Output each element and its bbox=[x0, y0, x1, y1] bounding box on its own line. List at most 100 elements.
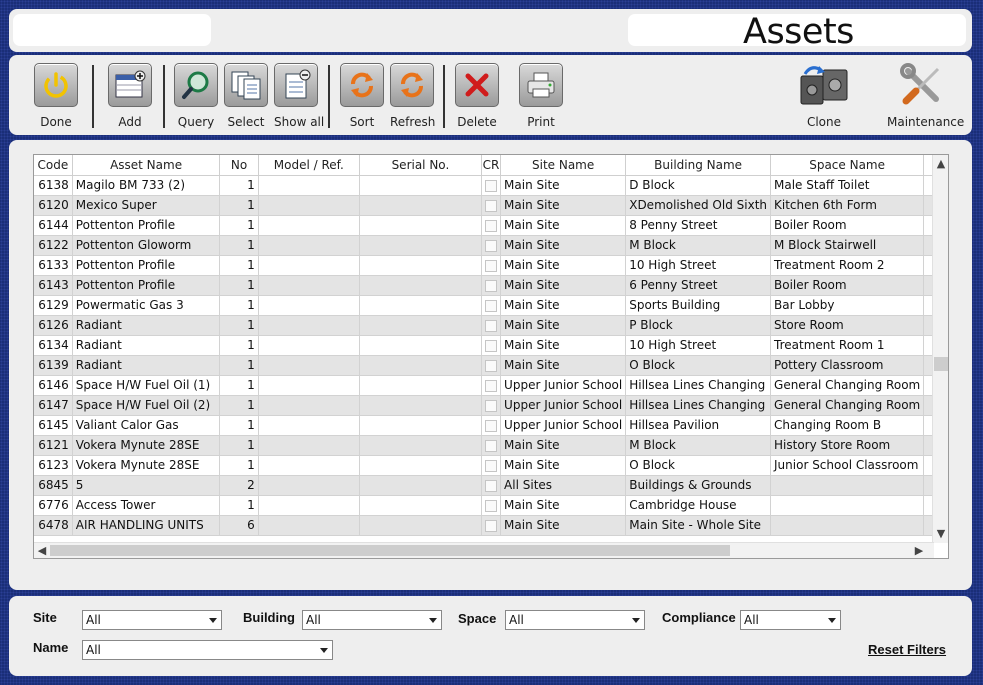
cell-serial-no bbox=[359, 435, 482, 456]
table-row[interactable]: 6121 Vokera Mynute 28SE 1 Main Site M Block H… bbox=[34, 435, 948, 456]
cell-building-name: P Block bbox=[625, 315, 772, 336]
vertical-scroll-thumb[interactable] bbox=[934, 357, 948, 371]
cr-checkbox[interactable] bbox=[484, 319, 497, 332]
cell-building-name: Hillsea Lines Changing bbox=[625, 375, 772, 396]
space-filter-select[interactable]: All bbox=[505, 610, 645, 630]
cell-no: 1 bbox=[219, 295, 259, 316]
table-row[interactable]: 6120 Mexico Super 1 Main Site XDemolished Ol… bbox=[34, 195, 948, 216]
chevron-down-icon bbox=[429, 618, 437, 623]
table-row[interactable]: 6147 Space H/W Fuel Oil (2) 1 Upper Junior … bbox=[34, 395, 948, 416]
cr-checkbox[interactable] bbox=[484, 339, 497, 352]
building-filter-value: All bbox=[306, 613, 321, 627]
delete-button[interactable]: Delete bbox=[455, 63, 499, 129]
column-header-space-name[interactable]: Space Name bbox=[770, 155, 925, 176]
cr-checkbox[interactable] bbox=[484, 199, 497, 212]
done-button[interactable]: Done bbox=[34, 63, 78, 129]
building-filter-select[interactable]: All bbox=[302, 610, 442, 630]
cell-serial-no bbox=[359, 255, 482, 276]
table-row[interactable]: 6134 Radiant 1 Main Site 10 High Street Treat… bbox=[34, 335, 948, 356]
cr-checkbox[interactable] bbox=[484, 359, 497, 372]
maintenance-button[interactable]: Maintenance bbox=[887, 63, 965, 129]
site-filter-select[interactable]: All bbox=[82, 610, 222, 630]
cell-serial-no bbox=[359, 495, 482, 516]
cr-checkbox[interactable] bbox=[484, 259, 497, 272]
column-header-asset-name[interactable]: Asset Name bbox=[72, 155, 221, 176]
cell-serial-no bbox=[359, 415, 482, 436]
add-button[interactable]: Add bbox=[108, 63, 152, 129]
compliance-filter-select[interactable]: All bbox=[740, 610, 841, 630]
cell-space-name: Changing Room B bbox=[770, 415, 925, 436]
cell-cr bbox=[481, 235, 502, 256]
cell-space-name: Male Staff Toilet bbox=[770, 175, 925, 196]
table-row[interactable]: 6138 Magilo BM 733 (2) 1 Main Site D Block Ma… bbox=[34, 175, 948, 196]
table-row[interactable]: 6145 Valiant Calor Gas 1 Upper Junior Schoo… bbox=[34, 415, 948, 436]
sort-button[interactable]: Sort bbox=[340, 63, 384, 129]
print-button[interactable]: Print bbox=[519, 63, 563, 129]
select-button[interactable]: Select bbox=[224, 63, 268, 129]
cell-serial-no bbox=[359, 295, 482, 316]
column-header-no[interactable]: No bbox=[219, 155, 259, 176]
cr-checkbox[interactable] bbox=[484, 439, 497, 452]
cell-model-ref bbox=[258, 295, 360, 316]
scroll-down-arrow-icon[interactable]: ▼ bbox=[934, 527, 948, 541]
cr-checkbox[interactable] bbox=[484, 499, 497, 512]
clone-button[interactable]: Clone bbox=[796, 63, 852, 129]
cell-serial-no bbox=[359, 375, 482, 396]
cell-no: 1 bbox=[219, 455, 259, 476]
column-header-building-name[interactable]: Building Name bbox=[625, 155, 772, 176]
table-row[interactable]: 6144 Pottenton Profile 1 Main Site 8 Penny S… bbox=[34, 215, 948, 236]
table-row[interactable]: 6133 Pottenton Profile 1 Main Site 10 High S… bbox=[34, 255, 948, 276]
cell-site-name: Main Site bbox=[500, 295, 627, 316]
column-header-cr[interactable]: CR bbox=[481, 155, 502, 176]
scroll-right-arrow-icon[interactable]: ▶ bbox=[912, 544, 926, 558]
column-header-code[interactable]: Code bbox=[34, 155, 73, 176]
table-row[interactable]: 6126 Radiant 1 Main Site P Block Store Room bbox=[34, 315, 948, 336]
table-row[interactable]: 6776 Access Tower 1 Main Site Cambridge Hous… bbox=[34, 495, 948, 516]
scroll-left-arrow-icon[interactable]: ◀ bbox=[35, 544, 49, 558]
vertical-scrollbar[interactable]: ▲ ▼ bbox=[932, 155, 948, 543]
cr-checkbox[interactable] bbox=[484, 519, 497, 532]
name-filter-select[interactable]: All bbox=[82, 640, 333, 660]
cr-checkbox[interactable] bbox=[484, 419, 497, 432]
query-button[interactable]: Query bbox=[174, 63, 218, 129]
cr-checkbox[interactable] bbox=[484, 239, 497, 252]
separator bbox=[163, 65, 165, 128]
cell-serial-no bbox=[359, 395, 482, 416]
cr-checkbox[interactable] bbox=[484, 179, 497, 192]
show-all-label: Show all bbox=[274, 115, 325, 129]
assets-table: Code Asset Name No Model / Ref. Serial N… bbox=[34, 155, 948, 536]
cell-model-ref bbox=[258, 415, 360, 436]
column-header-site-name[interactable]: Site Name bbox=[500, 155, 627, 176]
table-row[interactable]: 6146 Space H/W Fuel Oil (1) 1 Upper Junior … bbox=[34, 375, 948, 396]
column-header-model-ref[interactable]: Model / Ref. bbox=[258, 155, 360, 176]
column-header-serial-no[interactable]: Serial No. bbox=[359, 155, 482, 176]
refresh-button[interactable]: Refresh bbox=[390, 63, 435, 129]
table-row[interactable]: 6139 Radiant 1 Main Site O Block Pottery Clas… bbox=[34, 355, 948, 376]
table-row[interactable]: 6123 Vokera Mynute 28SE 1 Main Site O Block J… bbox=[34, 455, 948, 476]
cr-checkbox[interactable] bbox=[484, 399, 497, 412]
table-row[interactable]: 6122 Pottenton Gloworm 1 Main Site M Block M … bbox=[34, 235, 948, 256]
table-row[interactable]: 6478 AIR HANDLING UNITS 6 Main Site Main Sit… bbox=[34, 515, 948, 536]
scroll-up-arrow-icon[interactable]: ▲ bbox=[934, 157, 948, 171]
maintenance-label: Maintenance bbox=[887, 115, 965, 129]
cell-no: 1 bbox=[219, 395, 259, 416]
show-all-button[interactable]: Show all bbox=[274, 63, 325, 129]
horizontal-scrollbar[interactable]: ◀ ▶ bbox=[34, 542, 934, 558]
cell-no: 1 bbox=[219, 175, 259, 196]
reset-filters-link[interactable]: Reset Filters bbox=[868, 642, 946, 657]
cell-asset-name: Powermatic Gas 3 bbox=[72, 295, 221, 316]
cr-checkbox[interactable] bbox=[484, 379, 497, 392]
table-row[interactable]: 6129 Powermatic Gas 3 1 Main Site Sports Bui… bbox=[34, 295, 948, 316]
cr-checkbox[interactable] bbox=[484, 299, 497, 312]
cell-space-name: History Store Room bbox=[770, 435, 925, 456]
cr-checkbox[interactable] bbox=[484, 279, 497, 292]
horizontal-scroll-thumb[interactable] bbox=[50, 545, 730, 556]
table-row[interactable]: 6845 5 2 All Sites Buildings & Grounds bbox=[34, 475, 948, 496]
cell-no: 1 bbox=[219, 215, 259, 236]
cr-checkbox[interactable] bbox=[484, 479, 497, 492]
cr-checkbox[interactable] bbox=[484, 459, 497, 472]
cr-checkbox[interactable] bbox=[484, 219, 497, 232]
table-row[interactable]: 6143 Pottenton Profile 1 Main Site 6 Penny S… bbox=[34, 275, 948, 296]
cell-cr bbox=[481, 455, 502, 476]
cell-asset-name: Mexico Super bbox=[72, 195, 221, 216]
